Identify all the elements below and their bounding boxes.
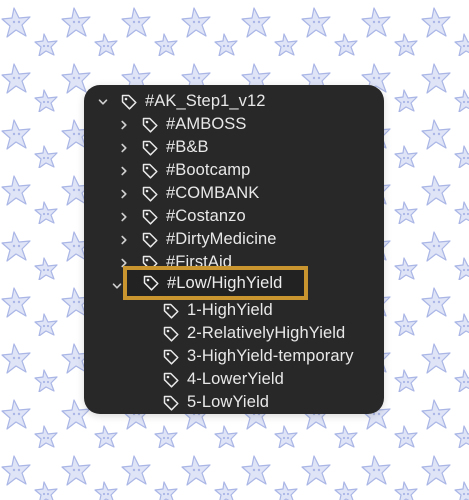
tag-icon <box>140 161 160 181</box>
tag-icon <box>141 273 161 293</box>
tree-row-label: 1-HighYield <box>187 301 273 319</box>
tag-icon <box>119 92 139 112</box>
tag-icon <box>140 207 160 227</box>
chevron-right-icon[interactable] <box>119 120 129 130</box>
tree-row-label: #COMBANK <box>166 184 260 202</box>
tag-icon <box>161 370 181 390</box>
tree-row-loweryield-4[interactable]: 4-LowerYield <box>161 368 284 391</box>
tree-row-root[interactable]: #AK_Step1_v12 <box>98 90 266 113</box>
tree-row-amboss[interactable]: #AMBOSS <box>119 113 246 136</box>
tree-row-lowyield-5[interactable]: 5-LowYield <box>161 391 269 414</box>
tree-row-bnb[interactable]: #B&B <box>119 136 209 159</box>
tag-icon <box>161 393 181 413</box>
tree-row-label: 2-RelativelyHighYield <box>187 324 346 342</box>
tag-tree-panel: #AK_Step1_v12 #AMBOSS #B&B #Bootcamp #CO… <box>84 85 384 414</box>
tree-row-label: 4-LowerYield <box>187 370 284 388</box>
chevron-right-icon[interactable] <box>119 189 129 199</box>
tree-row-bootcamp[interactable]: #Bootcamp <box>119 159 250 182</box>
tree-row-highyield-2[interactable]: 2-RelativelyHighYield <box>161 322 345 345</box>
tree-row-combank[interactable]: #COMBANK <box>119 182 259 205</box>
tree-row-label: #AMBOSS <box>166 115 247 133</box>
tree-row-highyield-3[interactable]: 3-HighYield-temporary <box>161 345 354 368</box>
chevron-right-icon[interactable] <box>119 166 129 176</box>
tree-row-highyield-1[interactable]: 1-HighYield <box>161 299 273 322</box>
tree-row-label: #Costanzo <box>166 207 246 225</box>
tree-row-label: 3-HighYield-temporary <box>187 347 354 365</box>
tag-icon <box>161 347 181 367</box>
tree-row-label: #Bootcamp <box>166 161 251 179</box>
tree-row-lowhighyield-selected[interactable]: #Low/HighYield <box>123 266 308 300</box>
tree-row-label: #AK_Step1_v12 <box>145 92 266 110</box>
tag-icon <box>161 324 181 344</box>
chevron-right-icon[interactable] <box>119 143 129 153</box>
chevron-down-icon[interactable] <box>112 281 122 291</box>
tree-row-dirtymedicine[interactable]: #DirtyMedicine <box>119 228 277 251</box>
tag-icon <box>140 115 160 135</box>
chevron-right-icon[interactable] <box>119 235 129 245</box>
tree-row-label: 5-LowYield <box>187 393 270 411</box>
tree-row-label: #B&B <box>166 138 209 156</box>
tree-row-costanzo[interactable]: #Costanzo <box>119 205 246 228</box>
chevron-down-icon[interactable] <box>98 97 108 107</box>
tag-icon <box>140 230 160 250</box>
chevron-right-icon[interactable] <box>119 212 129 222</box>
tag-icon <box>140 184 160 204</box>
tree-row-label: #Low/HighYield <box>167 273 283 292</box>
tag-icon <box>140 138 160 158</box>
tag-icon <box>161 301 181 321</box>
tree-row-label: #DirtyMedicine <box>166 230 277 248</box>
